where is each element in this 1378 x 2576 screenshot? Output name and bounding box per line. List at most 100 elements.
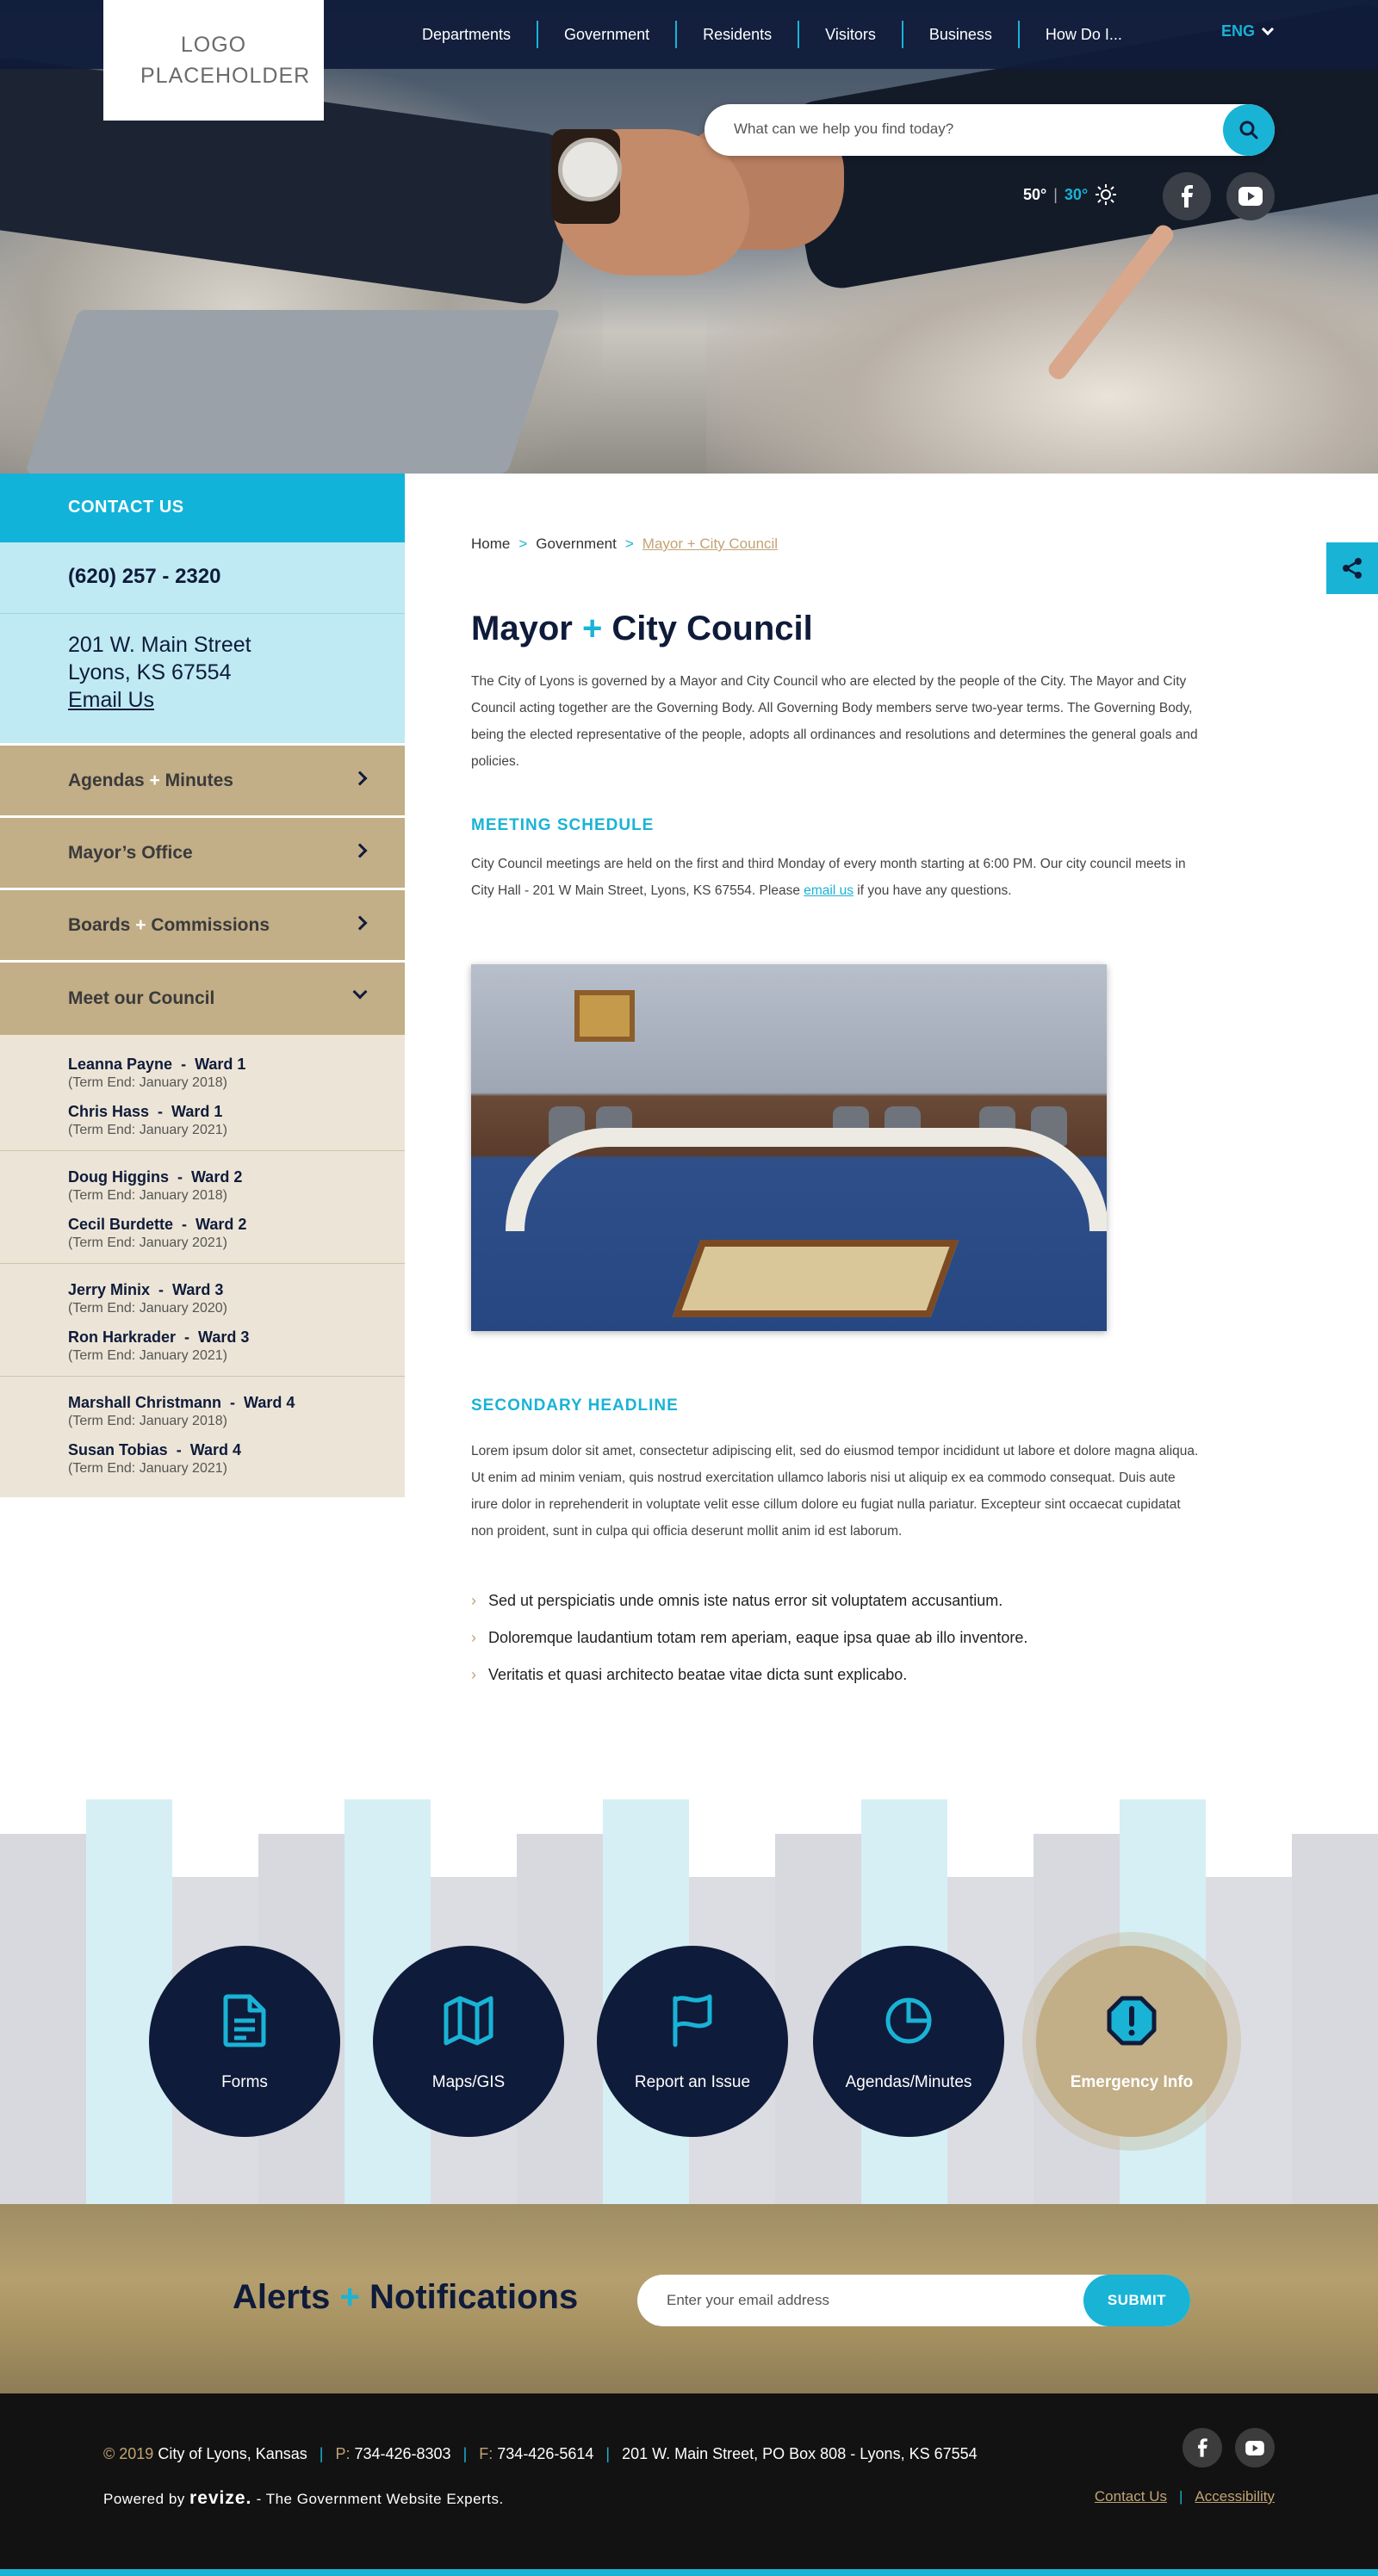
nav-visitors[interactable]: Visitors <box>798 21 902 48</box>
search-button[interactable] <box>1223 104 1275 156</box>
breadcrumb: Home > Government > Mayor + City Council <box>471 536 778 553</box>
ward-group: Leanna Payne - Ward 1 (Term End: January… <box>0 1050 405 1151</box>
logo[interactable]: LOGO PLACEHOLDER <box>103 0 324 121</box>
plus-sign: + <box>339 2278 360 2316</box>
member-term: (Term End: January 2021) <box>68 1235 227 1250</box>
share-icon <box>1343 558 1362 579</box>
chevron-right-icon <box>352 771 368 786</box>
facebook-button[interactable] <box>1163 172 1211 220</box>
fax-label: F: <box>479 2445 493 2462</box>
revize-logo[interactable]: revize. <box>189 2488 251 2508</box>
alerts-title: Alerts + Notifications <box>233 2278 578 2317</box>
flag-icon <box>673 1994 712 2047</box>
list-item: › Doloremque laudantium totam rem aperiam… <box>471 1619 1027 1656</box>
email-us-inline-link[interactable]: email us <box>804 883 853 898</box>
lorem-paragraph: Lorem ipsum dolor sit amet, consectetur … <box>471 1444 1199 1539</box>
copyright: © 2019 <box>103 2445 154 2462</box>
address-line-1: 201 W. Main Street <box>68 633 251 657</box>
council-member: Susan Tobias - Ward 4 (Term End: January… <box>68 1441 405 1477</box>
member-name: Leanna Payne <box>68 1056 173 1073</box>
quick-links-section: Forms Maps/GIS Report an Issue Agendas/M… <box>0 1799 1378 2204</box>
powered-by: Powered by revize. - The Government Webs… <box>103 2488 504 2509</box>
footer-phone[interactable]: 734-426-8303 <box>354 2445 450 2462</box>
logo-text: LOGO PLACEHOLDER <box>140 33 311 88</box>
sidebar-item-mayors-office[interactable]: Mayor’s Office <box>0 818 405 888</box>
youtube-icon <box>1238 187 1263 206</box>
search-input[interactable]: What can we help you find today? <box>734 121 953 138</box>
address-line-2: Lyons, KS 67554 <box>68 660 232 684</box>
list-item: › Sed ut perspiciatis unde omnis iste nat… <box>471 1582 1027 1619</box>
member-name: Doug Higgins <box>68 1168 169 1186</box>
title-part: Alerts <box>233 2278 331 2316</box>
sidebar-item-boards-commissions[interactable]: Boards + Commissions <box>0 890 405 960</box>
quick-link-maps-gis[interactable]: Maps/GIS <box>373 1946 564 2137</box>
quick-link-label: Agendas/Minutes <box>845 2073 972 2091</box>
footer-youtube-button[interactable] <box>1235 2428 1275 2468</box>
nav-government[interactable]: Government <box>537 21 675 48</box>
chevron-right-icon <box>352 843 368 858</box>
quick-link-report-issue[interactable]: Report an Issue <box>597 1946 788 2137</box>
chevron-down-icon <box>1261 22 1275 35</box>
member-name: Ron Harkrader <box>68 1328 177 1346</box>
contact-address: 201 W. Main Street Lyons, KS 67554 Email… <box>0 614 405 743</box>
member-ward: Ward 1 <box>171 1103 223 1120</box>
alerts-signup: Alerts + Notifications Enter your email … <box>0 2204 1378 2393</box>
bullet-list: › Sed ut perspiciatis unde omnis iste nat… <box>471 1582 1027 1694</box>
nav-how-do-i[interactable]: How Do I... <box>1017 21 1148 48</box>
watch-image <box>551 129 622 224</box>
share-button[interactable] <box>1326 542 1378 594</box>
sidebar-item-meet-our-council[interactable]: Meet our Council <box>0 963 405 1035</box>
youtube-button[interactable] <box>1226 172 1275 220</box>
member-name: Cecil Burdette <box>68 1216 174 1233</box>
phone-label: P: <box>335 2445 351 2462</box>
quick-link-label: Emergency Info <box>1070 2073 1194 2091</box>
footer-contact-line: © 2019 City of Lyons, Kansas | P: 734-42… <box>103 2445 978 2462</box>
member-term: (Term End: January 2018) <box>68 1188 227 1203</box>
title-part: Mayor <box>471 610 573 647</box>
submit-button[interactable]: SUBMIT <box>1083 2275 1190 2326</box>
footer-fax: 734-426-5614 <box>497 2445 594 2462</box>
plus-sign: + <box>135 914 146 935</box>
alerts-email-field[interactable]: Enter your email address SUBMIT <box>637 2275 1190 2326</box>
email-us-link[interactable]: Email Us <box>68 688 154 712</box>
plus-sign: + <box>581 610 603 647</box>
secondary-headline: SECONDARY HEADLINE <box>471 1396 679 1415</box>
footer-facebook-button[interactable] <box>1182 2428 1222 2468</box>
hero-banner: Departments Government Residents Visitor… <box>0 0 1378 474</box>
member-ward: Ward 4 <box>244 1394 295 1411</box>
quick-link-label: Maps/GIS <box>431 2073 506 2091</box>
quick-link-agendas-minutes[interactable]: Agendas/Minutes <box>813 1946 1004 2137</box>
footer-links: Contact Us | Accessibility <box>1094 2488 1275 2505</box>
quick-link-emergency-info[interactable]: Emergency Info <box>1036 1946 1227 2137</box>
quick-link-label: Forms <box>221 2073 268 2091</box>
member-term: (Term End: January 2021) <box>68 1461 227 1476</box>
sidebar-item-agendas-minutes[interactable]: Agendas + Minutes <box>0 746 405 815</box>
member-term: (Term End: January 2021) <box>68 1123 227 1137</box>
nav-residents[interactable]: Residents <box>675 21 798 48</box>
list-item-text: Doloremque laudantium totam rem aperiam,… <box>488 1629 1028 1646</box>
breadcrumb-home[interactable]: Home <box>471 536 510 553</box>
council-chamber-photo <box>471 964 1107 1331</box>
powered-prefix: Powered by <box>103 2491 185 2507</box>
nav-departments[interactable]: Departments <box>396 21 537 48</box>
language-selector[interactable]: ENG <box>1221 22 1275 40</box>
contact-phone[interactable]: (620) 257 - 2320 <box>0 542 405 614</box>
chevron-right-icon: › <box>471 1629 476 1646</box>
accessibility-link[interactable]: Accessibility <box>1195 2488 1275 2505</box>
ward-group: Jerry Minix - Ward 3 (Term End: January … <box>0 1264 405 1377</box>
page-title: Mayor + City Council <box>471 610 813 648</box>
contact-us-link[interactable]: Contact Us <box>1095 2488 1167 2505</box>
email-placeholder: Enter your email address <box>667 2292 829 2308</box>
search-icon <box>1239 121 1258 139</box>
meeting-paragraph: City Council meetings are held on the fi… <box>471 851 1203 904</box>
quick-link-forms[interactable]: Forms <box>149 1946 340 2137</box>
breadcrumb-separator: > <box>518 536 528 552</box>
member-term: (Term End: January 2021) <box>68 1348 227 1363</box>
breadcrumb-current[interactable]: Mayor + City Council <box>642 536 778 553</box>
member-ward: Ward 2 <box>196 1216 247 1233</box>
breadcrumb-separator: > <box>624 536 634 552</box>
breadcrumb-government[interactable]: Government <box>536 536 617 553</box>
document-icon <box>223 1994 266 2047</box>
nav-business[interactable]: Business <box>901 21 1018 48</box>
main-nav: Departments Government Residents Visitor… <box>396 0 1148 69</box>
